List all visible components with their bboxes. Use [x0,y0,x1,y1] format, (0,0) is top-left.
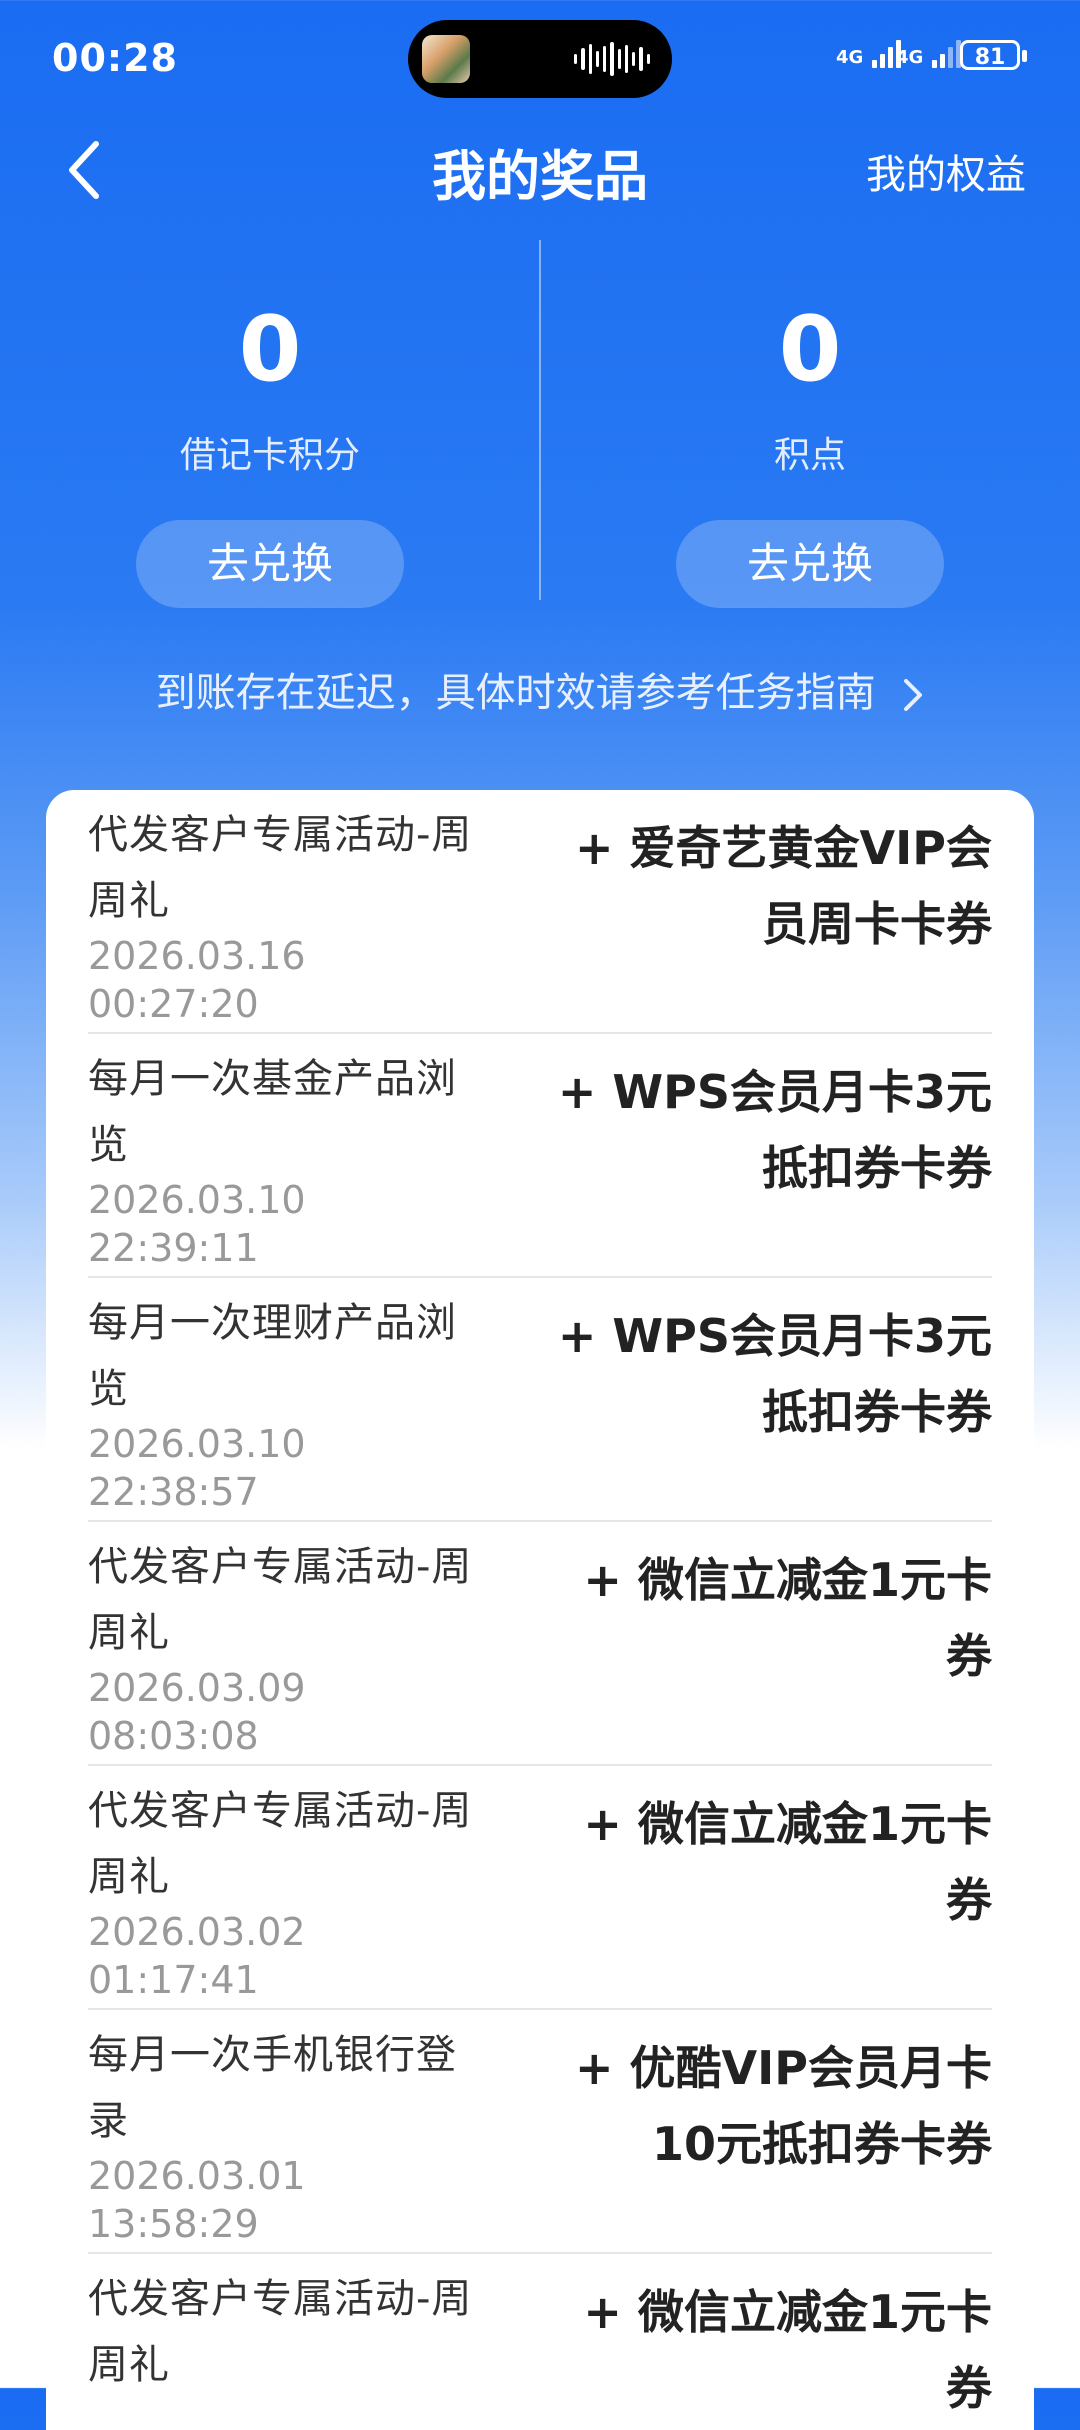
my-benefits-link[interactable]: 我的权益 [866,142,1026,200]
reward-source: 代发客户专属活动-周周礼 [88,812,473,924]
list-item[interactable]: 每月一次理财产品浏览 2026.03.10 22:38:57 + WPS会员月卡… [88,1278,992,1522]
list-item[interactable]: 每月一次基金产品浏览 2026.03.10 22:39:11 + WPS会员月卡… [88,1034,992,1278]
reward-item: + 微信立减金1元卡券 [583,2285,992,2415]
rewards-list: 代发客户专属活动-周周礼 2026.03.16 00:27:20 + 爱奇艺黄金… [46,790,1034,2430]
battery-icon: 81 [960,40,1027,70]
debit-points-label: 借记卡积分 [179,435,360,476]
delay-notice-link[interactable]: 到账存在延迟，具体时效请参考任务指南 [0,660,1080,718]
reward-source: 代发客户专属活动-周周礼 [88,1788,473,1900]
list-item[interactable]: 代发客户专属活动-周周礼 + 微信立减金1元卡券 [88,2254,992,2430]
reward-item: + 微信立减金1元卡券 [583,1553,992,1683]
debit-points-value: 0 [238,297,302,402]
nav-bar: 我的奖品 我的权益 [0,120,1080,220]
signal-icon: 4G [836,38,901,68]
reward-date: 2026.03.16 00:27:20 [88,934,306,1026]
reward-date: 2026.03.01 13:58:29 [88,2154,306,2246]
reward-source: 每月一次手机银行登录 [88,2032,457,2144]
reward-item: + WPS会员月卡3元抵扣券卡券 [557,1309,992,1439]
reward-date: 2026.03.09 08:03:08 [88,1666,306,1758]
reward-date: 2026.03.10 22:38:57 [88,1422,306,1514]
jidian-redeem-button[interactable]: 去兑换 [676,520,944,608]
dynamic-island[interactable] [408,20,672,98]
reward-item: + 爱奇艺黄金VIP会员周卡卡券 [575,821,992,951]
reward-item: + 微信立减金1元卡券 [583,1797,992,1927]
reward-source: 每月一次基金产品浏览 [88,1056,457,1168]
reward-source: 代发客户专属活动-周周礼 [88,2276,473,2388]
chevron-right-icon [904,679,923,711]
status-bar: 00:28 4G 4G 81 [0,0,1080,120]
list-item[interactable]: 代发客户专属活动-周周礼 2026.03.16 00:27:20 + 爱奇艺黄金… [88,790,992,1034]
points-summary: 0 借记卡积分 去兑换 0 积点 去兑换 [0,240,1080,620]
audio-wave-icon [574,42,650,76]
reward-source: 代发客户专属活动-周周礼 [88,1544,473,1656]
jidian-points-value: 0 [778,297,842,402]
signal-label: 4G [836,47,864,68]
jidian-points-panel: 0 积点 去兑换 [540,240,1080,620]
debit-points-panel: 0 借记卡积分 去兑换 [0,240,540,620]
media-thumbnail [422,35,470,83]
list-item[interactable]: 每月一次手机银行登录 2026.03.01 13:58:29 + 优酷VIP会员… [88,2010,992,2254]
reward-item: + 优酷VIP会员月卡10元抵扣券卡券 [575,2041,992,2171]
list-item[interactable]: 代发客户专属活动-周周礼 2026.03.09 08:03:08 + 微信立减金… [88,1522,992,1766]
reward-date: 2026.03.10 22:39:11 [88,1178,306,1270]
signal-icon-2: 4G [896,38,961,68]
list-item[interactable]: 代发客户专属活动-周周礼 2026.03.02 01:17:41 + 微信立减金… [88,1766,992,2010]
status-time: 00:28 [52,36,178,80]
reward-item: + WPS会员月卡3元抵扣券卡券 [557,1065,992,1195]
reward-source: 每月一次理财产品浏览 [88,1300,457,1412]
reward-date: 2026.03.02 01:17:41 [88,1910,306,2002]
signal-label-2: 4G [896,47,924,68]
jidian-points-label: 积点 [773,435,846,476]
debit-redeem-button[interactable]: 去兑换 [136,520,404,608]
notice-text: 到账存在延迟，具体时效请参考任务指南 [155,670,876,716]
